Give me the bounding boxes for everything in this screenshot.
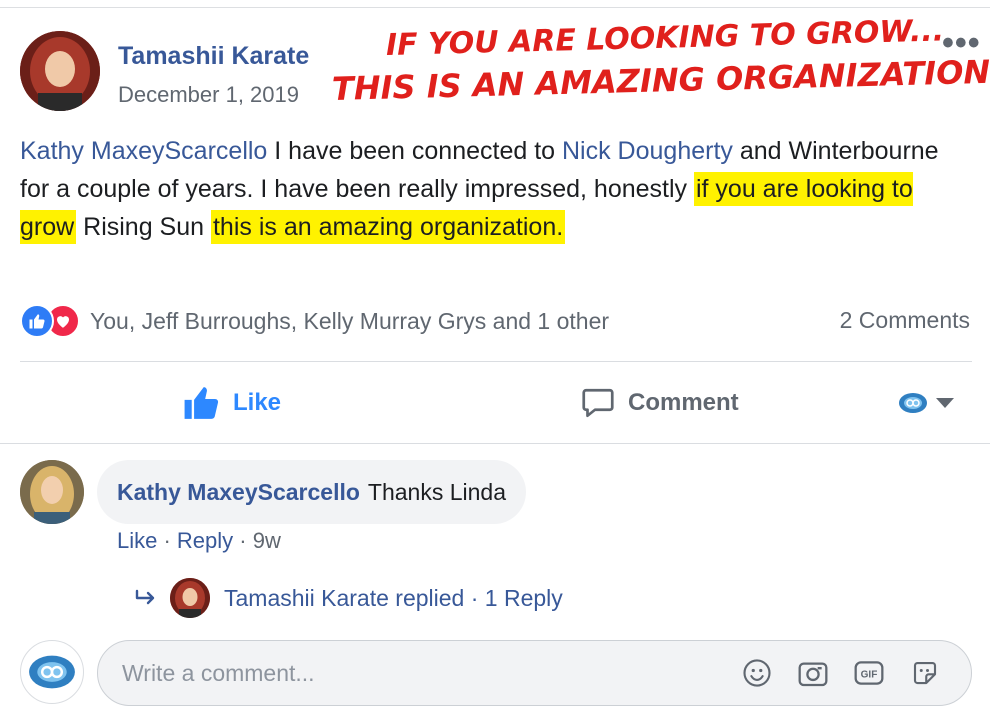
more-options-button[interactable]: ••• (942, 26, 982, 60)
comment-bubble: Kathy MaxeyScarcello Thanks Linda (97, 460, 526, 524)
post-text-segment: Rising Sun (76, 213, 211, 241)
comment-actions: Like · Reply · 9w (117, 528, 281, 554)
comment-input[interactable] (122, 641, 722, 705)
comment-text: Thanks Linda (367, 478, 506, 505)
comment-reply-link[interactable]: Reply (177, 528, 233, 553)
page-avatar-icon (899, 393, 927, 413)
like-reaction-icon (20, 304, 54, 338)
replier-avatar (170, 578, 210, 618)
post-as-selector[interactable] (898, 392, 956, 414)
like-button[interactable]: Like (183, 380, 281, 426)
divider (20, 361, 972, 362)
current-page-avatar[interactable] (20, 640, 84, 704)
top-divider (0, 7, 990, 8)
comment-composer: GIF (97, 640, 972, 706)
replies-summary: Tamashii Karate replied · 1 Reply (224, 584, 563, 611)
mention-link[interactable]: Kathy MaxeyScarcello (20, 137, 267, 165)
separator: · (233, 528, 253, 553)
sticker-icon[interactable] (908, 656, 942, 690)
comment-like-link[interactable]: Like (117, 528, 157, 553)
post-text-segment: I have been connected to (267, 137, 562, 165)
reply-arrow-icon (135, 589, 155, 605)
thumbs-up-icon (184, 387, 219, 419)
post-body: Kathy MaxeyScarcello I have been connect… (20, 132, 970, 246)
mention-link[interactable]: Nick Dougherty (562, 137, 733, 165)
comment-bubble-icon (582, 388, 614, 418)
gif-icon[interactable]: GIF (852, 656, 886, 690)
reactors-list[interactable]: You, Jeff Burroughs, Kelly Murray Grys a… (90, 308, 609, 335)
post-author-name[interactable]: Tamashii Karate (118, 42, 309, 71)
facebook-post: Tamashii Karate December 1, 2019 If you … (0, 0, 990, 720)
post-date[interactable]: December 1, 2019 (118, 82, 299, 108)
commenter-avatar[interactable] (20, 460, 84, 524)
camera-icon[interactable] (796, 656, 830, 690)
separator: · (157, 528, 177, 553)
emoji-icon[interactable] (740, 656, 774, 690)
comment-button[interactable]: Comment (580, 380, 739, 426)
post-author-avatar[interactable] (20, 31, 100, 111)
divider (0, 443, 990, 444)
like-button-label: Like (233, 389, 282, 416)
reactions-summary[interactable]: You, Jeff Burroughs, Kelly Murray Grys a… (20, 303, 609, 339)
comment-author-link[interactable]: Kathy MaxeyScarcello (117, 479, 360, 506)
svg-text:GIF: GIF (861, 670, 878, 681)
comment-age[interactable]: 9w (253, 528, 281, 553)
view-replies-link[interactable]: Tamashii Karate replied · 1 Reply (134, 577, 563, 619)
comment-button-label: Comment (628, 389, 739, 416)
highlighted-text: this is an amazing organization. (210, 210, 566, 244)
chevron-down-icon (936, 398, 954, 408)
comments-count-link[interactable]: 2 Comments (840, 307, 970, 334)
